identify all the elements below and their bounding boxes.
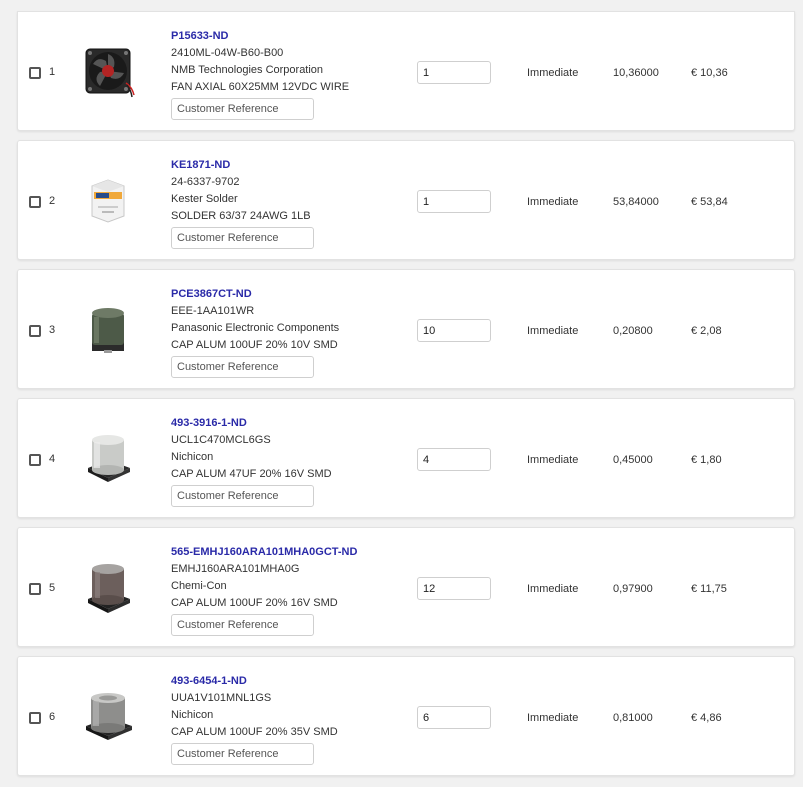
item-index: 5: [49, 582, 56, 594]
quantity-input[interactable]: [417, 706, 491, 729]
cart-item-row: 2 KE1871-ND 24-6337-9702 Kester Solder S…: [17, 140, 795, 260]
extended-price: € 4,86: [691, 712, 722, 724]
manufacturer-name: Panasonic Electronic Components: [171, 322, 340, 334]
item-index: 2: [49, 195, 56, 207]
availability-text: Immediate: [527, 325, 579, 337]
item-details: 493-3916-1-ND UCL1C470MCL6GS Nichicon CA…: [171, 416, 401, 507]
quantity-input[interactable]: [417, 448, 491, 471]
manufacturer-part-number: EMHJ160ARA101MHA0G: [171, 563, 300, 575]
customer-reference-input[interactable]: [171, 98, 314, 120]
extended-price: € 2,08: [691, 325, 722, 337]
customer-reference-input[interactable]: [171, 743, 314, 765]
item-details: 565-EMHJ160ARA101MHA0GCT-ND EMHJ160ARA10…: [171, 545, 401, 636]
manufacturer-part-number: UUA1V101MNL1GS: [171, 692, 272, 704]
item-details: KE1871-ND 24-6337-9702 Kester Solder SOL…: [171, 158, 401, 249]
select-item-checkbox[interactable]: [29, 454, 41, 466]
manufacturer-part-number: UCL1C470MCL6GS: [171, 434, 271, 446]
cart-item-row: 1 P15633-ND 2410ML-04W-B60-B00 NMB Techn…: [17, 11, 795, 131]
extended-price: € 10,36: [691, 67, 728, 79]
capacitor-image: [92, 308, 124, 353]
fan-image: [85, 48, 135, 98]
part-number-link[interactable]: 493-3916-1-ND: [171, 416, 401, 433]
manufacturer-name: Nichicon: [171, 709, 214, 721]
manufacturer-name: Nichicon: [171, 451, 214, 463]
cart-item-row: 5 565-EMHJ160ARA101MHA0GCT-ND EMHJ160ARA…: [17, 527, 795, 647]
quantity-input[interactable]: [417, 577, 491, 600]
manufacturer-name: Kester Solder: [171, 193, 238, 205]
item-index: 6: [49, 711, 56, 723]
unit-price: 0,81000: [613, 712, 653, 724]
quantity-input[interactable]: [417, 319, 491, 342]
cart-item-row: 3 PCE3867CT-ND EEE-1AA101WR Panasonic El…: [17, 269, 795, 389]
item-description: SOLDER 63/37 24AWG 1LB: [171, 210, 311, 222]
part-number-link[interactable]: KE1871-ND: [171, 158, 401, 175]
unit-price: 0,20800: [613, 325, 653, 337]
cart-item-row: 4 493-3916-1-ND UCL1C470MCL6GS Nichicon …: [17, 398, 795, 518]
availability-text: Immediate: [527, 712, 579, 724]
manufacturer-part-number: 24-6337-9702: [171, 176, 240, 188]
select-item-checkbox[interactable]: [29, 67, 41, 79]
manufacturer-name: NMB Technologies Corporation: [171, 64, 324, 76]
part-number-link[interactable]: P15633-ND: [171, 29, 401, 46]
item-index: 1: [49, 66, 56, 78]
item-details: P15633-ND 2410ML-04W-B60-B00 NMB Technol…: [171, 29, 401, 120]
unit-price: 0,97900: [613, 583, 653, 595]
select-item-checkbox[interactable]: [29, 583, 41, 595]
availability-text: Immediate: [527, 583, 579, 595]
manufacturer-part-number: 2410ML-04W-B60-B00: [171, 47, 284, 59]
quantity-input[interactable]: [417, 190, 491, 213]
select-item-checkbox[interactable]: [29, 325, 41, 337]
capacitor-image: [86, 693, 132, 740]
extended-price: € 1,80: [691, 454, 722, 466]
availability-text: Immediate: [527, 454, 579, 466]
unit-price: 53,84000: [613, 196, 659, 208]
cart-item-row: 6 493-6454-1-ND UUA1V101MNL1GS Nichicon …: [17, 656, 795, 776]
customer-reference-input[interactable]: [171, 356, 314, 378]
extended-price: € 53,84: [691, 196, 728, 208]
availability-text: Immediate: [527, 67, 579, 79]
item-description: CAP ALUM 100UF 20% 16V SMD: [171, 597, 338, 609]
quantity-input[interactable]: [417, 61, 491, 84]
item-description: CAP ALUM 100UF 20% 10V SMD: [171, 339, 338, 351]
capacitor-image: [88, 564, 130, 613]
select-item-checkbox[interactable]: [29, 712, 41, 724]
unit-price: 0,45000: [613, 454, 653, 466]
manufacturer-name: Chemi-Con: [171, 580, 227, 592]
customer-reference-input[interactable]: [171, 227, 314, 249]
unit-price: 10,36000: [613, 67, 659, 79]
item-index: 4: [49, 453, 56, 465]
availability-text: Immediate: [527, 196, 579, 208]
item-details: 493-6454-1-ND UUA1V101MNL1GS Nichicon CA…: [171, 674, 401, 765]
solder-spool-image: [91, 179, 125, 223]
item-description: FAN AXIAL 60X25MM 12VDC WIRE: [171, 81, 350, 93]
capacitor-image: [88, 435, 130, 482]
item-description: CAP ALUM 100UF 20% 35V SMD: [171, 726, 338, 738]
item-description: CAP ALUM 47UF 20% 16V SMD: [171, 468, 332, 480]
part-number-link[interactable]: 565-EMHJ160ARA101MHA0GCT-ND: [171, 545, 401, 562]
select-item-checkbox[interactable]: [29, 196, 41, 208]
part-number-link[interactable]: PCE3867CT-ND: [171, 287, 401, 304]
customer-reference-input[interactable]: [171, 614, 314, 636]
extended-price: € 11,75: [691, 583, 727, 595]
part-number-link[interactable]: 493-6454-1-ND: [171, 674, 401, 691]
item-index: 3: [49, 324, 56, 336]
manufacturer-part-number: EEE-1AA101WR: [171, 305, 255, 317]
customer-reference-input[interactable]: [171, 485, 314, 507]
item-details: PCE3867CT-ND EEE-1AA101WR Panasonic Elec…: [171, 287, 401, 378]
